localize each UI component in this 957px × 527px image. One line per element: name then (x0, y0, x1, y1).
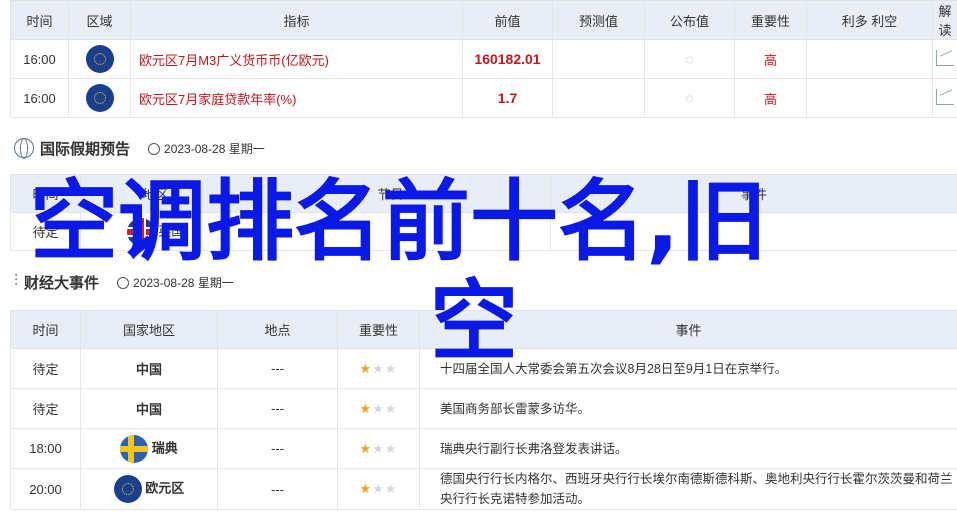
chart-icon[interactable] (936, 49, 954, 66)
row-time: 16:00 (10, 39, 69, 79)
row-time: 20:00 (10, 468, 81, 510)
row-time: 待定 (10, 348, 81, 389)
forecast-value (552, 78, 645, 118)
col-actual: 公布值 (644, 0, 735, 40)
col-place: 地点 (217, 310, 338, 349)
clock-icon (148, 143, 161, 156)
star-rating: ★★★ (337, 348, 420, 389)
bull-bear-value (806, 39, 933, 79)
indicator-link[interactable]: 欧元区7月M3广义货币币(亿欧元) (130, 39, 463, 79)
chart-icon[interactable] (936, 88, 954, 105)
eu-flag-icon (113, 475, 142, 503)
finance-icon: ⫶ (14, 273, 19, 290)
sweden-flag-icon (120, 434, 149, 463)
row-time: 16:00 (10, 78, 69, 118)
event-text: 瑞典央行副行长弗洛登发表讲话。 (419, 428, 957, 469)
importance-value: 高 (734, 78, 807, 118)
col-time: 时间 (10, 310, 81, 349)
prev-value: 160182.01 (462, 39, 553, 79)
row-time: 18:00 (10, 428, 81, 469)
events-section-header: ⫶ 财经大事件 2023-08-28 星期一 (14, 270, 234, 294)
col-forecast: 预测值 (552, 0, 645, 40)
place: --- (217, 468, 338, 510)
col-indicator: 指标 (130, 0, 463, 40)
col-prev: 前值 (462, 0, 553, 40)
place: --- (217, 428, 338, 469)
holiday-title: 国际假期预告 (40, 140, 131, 158)
table-row[interactable]: 16:00 欧元区7月M3广义货币币(亿欧元) 160182.01 ◌ 高 (10, 39, 957, 79)
eu-flag-icon (85, 84, 114, 112)
star-rating: ★★★ (337, 468, 420, 510)
col-importance: 重要性 (734, 0, 807, 40)
event-text: 德国央行行长内格尔、西班牙央行行长埃尔南德斯德科斯、奥地利央行行长霍尔茨茨曼和荷… (419, 468, 957, 510)
region-name: 中国 (80, 348, 218, 389)
col-region: 区域 (68, 0, 131, 40)
star-empty-icon: ★★ (372, 481, 398, 496)
region-name: 瑞典 (151, 439, 178, 455)
place: --- (217, 348, 338, 389)
place: --- (217, 388, 338, 429)
importance-value: 高 (734, 39, 807, 79)
holiday-date: 2023-08-28 星期一 (148, 140, 265, 157)
table-row[interactable]: 待定 中国 --- ★★★ 美国商务部长雷蒙多访华。 (10, 388, 957, 429)
bull-bear-value (806, 78, 933, 118)
col-interpret: 解读 (932, 0, 957, 40)
holiday-section-header: 国际假期预告 2023-08-28 星期一 (14, 136, 265, 160)
region-name: 中国 (80, 388, 218, 429)
event-text: 美国商务部长雷蒙多访华。 (419, 388, 957, 429)
col-bull-bear: 利多 利空 (806, 0, 933, 40)
economic-calendar-table: 时间 区域 指标 前值 预测值 公布值 重要性 利多 利空 解读 16:00 欧… (10, 0, 957, 118)
col-time: 时间 (10, 0, 69, 40)
table-row[interactable]: 20:00 欧元区 --- ★★★ 德国央行行长内格尔、西班牙央行行长埃尔南德斯… (10, 468, 957, 510)
events-title: 财经大事件 (24, 274, 100, 292)
star-filled-icon: ★ (359, 481, 373, 496)
clock-icon (117, 277, 130, 290)
overlay-headline: 空调排名前十名,旧 空 (30, 170, 950, 372)
overlay-line-2: 空 (430, 270, 519, 373)
star-filled-icon: ★ (359, 360, 373, 376)
table-row[interactable]: 16:00 欧元区7月家庭贷款年率(%) 1.7 ◌ 高 (10, 78, 957, 118)
table-header-row: 时间 区域 指标 前值 预测值 公布值 重要性 利多 利空 解读 (10, 0, 957, 40)
loading-spinner-icon: ◌ (685, 51, 694, 67)
holiday-date-text: 2023-08-28 星期一 (164, 141, 265, 156)
star-filled-icon: ★ (359, 400, 373, 416)
globe-icon (14, 138, 34, 159)
col-region: 国家地区 (80, 310, 218, 349)
col-importance: 重要性 (337, 310, 420, 349)
star-empty-icon: ★★ (372, 440, 398, 456)
table-row[interactable]: 18:00 瑞典 --- ★★★ 瑞典央行副行长弗洛登发表讲话。 (10, 428, 957, 469)
indicator-link[interactable]: 欧元区7月家庭贷款年率(%) (130, 78, 463, 118)
star-filled-icon: ★ (359, 440, 373, 456)
region-name: 欧元区 (145, 480, 185, 496)
loading-spinner-icon: ◌ (685, 90, 694, 106)
prev-value: 1.7 (462, 78, 553, 118)
star-empty-icon: ★★ (372, 360, 398, 376)
eu-flag-icon (85, 45, 114, 73)
forecast-value (552, 39, 645, 79)
star-empty-icon: ★★ (372, 400, 398, 416)
events-date: 2023-08-28 星期一 (117, 274, 234, 291)
row-time: 待定 (10, 388, 81, 429)
overlay-line-1: 空调排名前十名,旧 (30, 170, 768, 273)
star-rating: ★★★ (337, 388, 420, 429)
events-date-text: 2023-08-28 星期一 (133, 275, 234, 290)
star-rating: ★★★ (337, 428, 420, 469)
